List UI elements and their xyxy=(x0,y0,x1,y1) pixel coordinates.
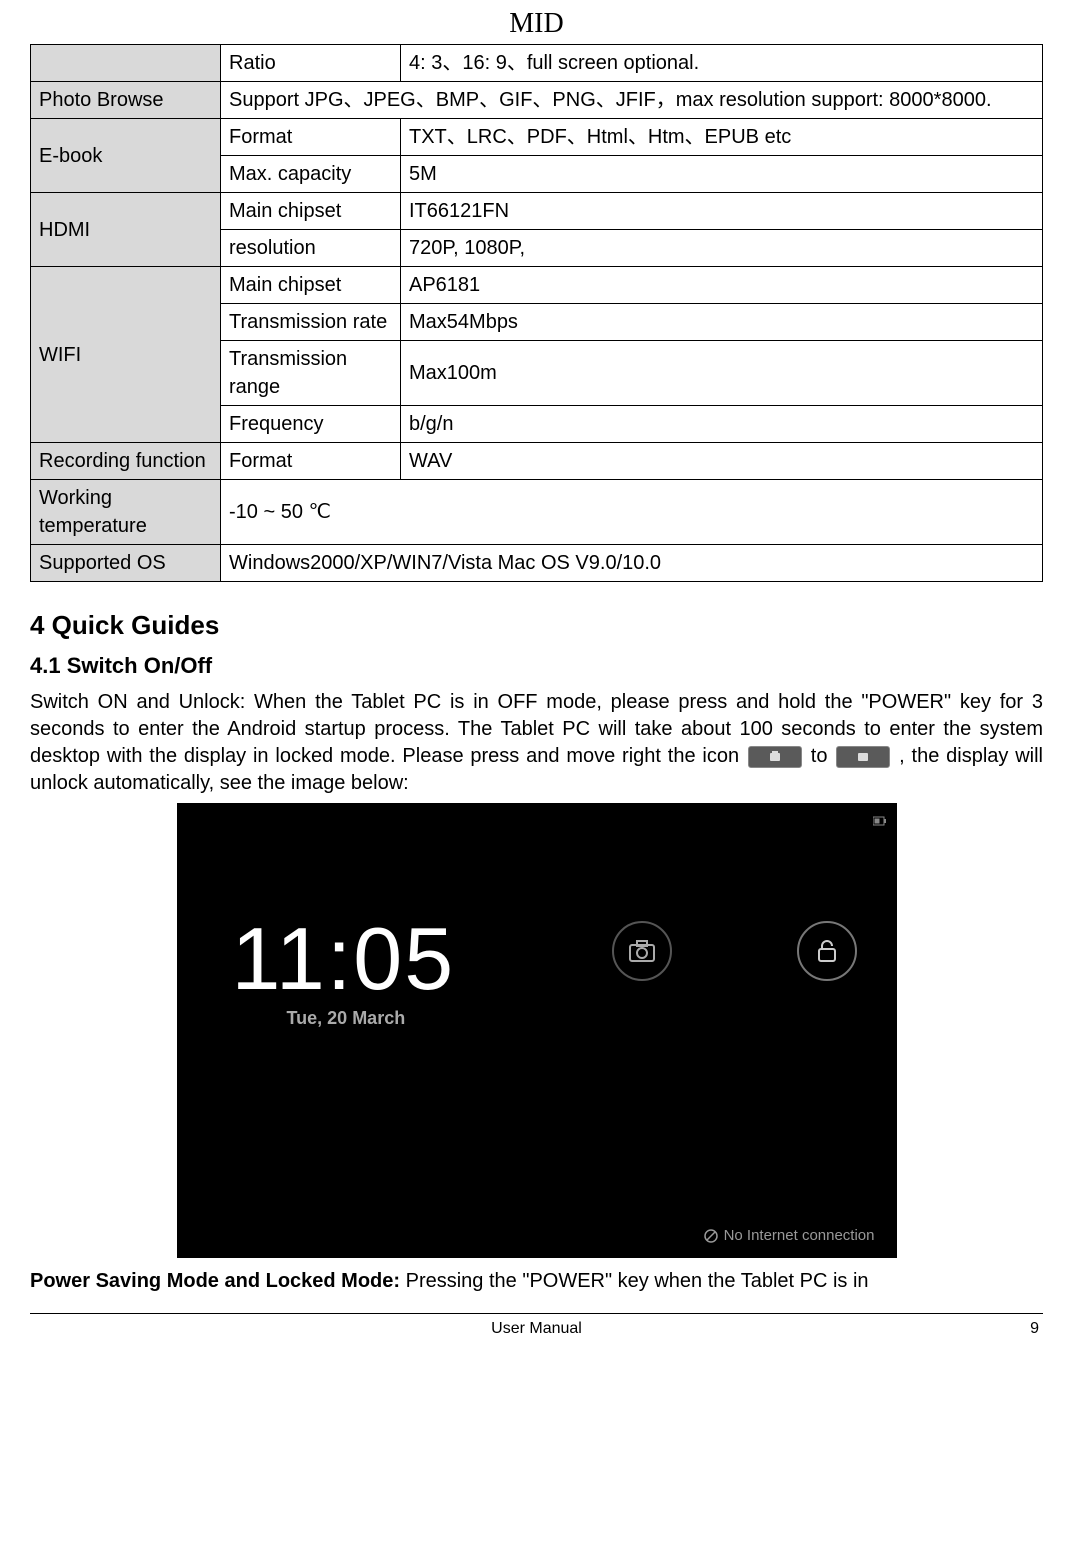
heading-4: 4 Quick Guides xyxy=(30,610,1043,641)
val-hdmi-chip: IT66121FN xyxy=(401,193,1043,230)
lockscreen-status-text: No Internet connection xyxy=(724,1227,875,1244)
para2-bold: Power Saving Mode and Locked Mode: xyxy=(30,1270,406,1292)
lockscreen-figure: 11:05 Tue, 20 March No Internet connecti… xyxy=(30,803,1043,1264)
page-number: 9 xyxy=(1030,1320,1039,1338)
lock-open-icon xyxy=(836,746,890,768)
camera-icon xyxy=(612,921,672,981)
table-row: WIFI Main chipset AP6181 xyxy=(31,267,1043,304)
cat-os: Supported OS xyxy=(31,545,221,582)
table-row: Ratio 4: 3、16: 9、full screen optional. xyxy=(31,45,1043,82)
lockscreen-time: 11:05 xyxy=(232,908,456,1010)
val-photo-browse: Support JPG、JPEG、BMP、GIF、PNG、JFIF，max re… xyxy=(221,82,1043,119)
cat-blank xyxy=(31,45,221,82)
paragraph-power-saving: Power Saving Mode and Locked Mode: Press… xyxy=(30,1268,1043,1295)
val-ebook-format: TXT、LRC、PDF、Html、Htm、EPUB etc xyxy=(401,119,1043,156)
val-ratio: 4: 3、16: 9、full screen optional. xyxy=(401,45,1043,82)
table-row: Supported OS Windows2000/XP/WIN7/Vista M… xyxy=(31,545,1043,582)
sub-wifi-rate: Transmission rate xyxy=(221,304,401,341)
val-hdmi-res: 720P, 1080P, xyxy=(401,230,1043,267)
cat-wifi: WIFI xyxy=(31,267,221,443)
para1-part-b: to xyxy=(811,745,828,767)
sub-ratio: Ratio xyxy=(221,45,401,82)
sub-ebook-format: Format xyxy=(221,119,401,156)
table-row: Working temperature -10 ~ 50 ℃ xyxy=(31,480,1043,545)
heading-4-1: 4.1 Switch On/Off xyxy=(30,653,1043,679)
cat-ebook: E-book xyxy=(31,119,221,193)
val-wifi-range: Max100m xyxy=(401,341,1043,406)
val-wifi-rate: Max54Mbps xyxy=(401,304,1043,341)
lockscreen-image: 11:05 Tue, 20 March No Internet connecti… xyxy=(177,803,897,1258)
footer-title: User Manual xyxy=(491,1320,582,1338)
val-wifi-chip: AP6181 xyxy=(401,267,1043,304)
sub-wifi-freq: Frequency xyxy=(221,406,401,443)
cat-photo-browse: Photo Browse xyxy=(31,82,221,119)
battery-icon xyxy=(873,809,887,832)
sub-wifi-chip: Main chipset xyxy=(221,267,401,304)
sub-hdmi-chip: Main chipset xyxy=(221,193,401,230)
sub-wifi-range: Transmission range xyxy=(221,341,401,406)
sub-recording-format: Format xyxy=(221,443,401,480)
unlock-icon xyxy=(797,921,857,981)
para1-part-a: Switch ON and Unlock: When the Tablet PC… xyxy=(30,691,1043,767)
val-os: Windows2000/XP/WIN7/Vista Mac OS V9.0/10… xyxy=(221,545,1043,582)
val-ebook-max: 5M xyxy=(401,156,1043,193)
cat-hdmi: HDMI xyxy=(31,193,221,267)
val-wifi-freq: b/g/n xyxy=(401,406,1043,443)
page-footer: User Manual 9 xyxy=(30,1314,1043,1358)
paragraph-switch-on: Switch ON and Unlock: When the Tablet PC… xyxy=(30,689,1043,797)
cat-recording: Recording function xyxy=(31,443,221,480)
val-temp: -10 ~ 50 ℃ xyxy=(221,480,1043,545)
val-recording-format: WAV xyxy=(401,443,1043,480)
lockscreen-status: No Internet connection xyxy=(704,1227,875,1244)
cat-temp: Working temperature xyxy=(31,480,221,545)
sub-hdmi-res: resolution xyxy=(221,230,401,267)
table-row: Photo Browse Support JPG、JPEG、BMP、GIF、PN… xyxy=(31,82,1043,119)
table-row: HDMI Main chipset IT66121FN xyxy=(31,193,1043,230)
para2-rest: Pressing the "POWER" key when the Tablet… xyxy=(406,1270,869,1292)
lock-closed-icon xyxy=(748,746,802,768)
spec-table: Ratio 4: 3、16: 9、full screen optional. P… xyxy=(30,44,1043,582)
no-signal-icon xyxy=(704,1229,718,1243)
table-row: E-book Format TXT、LRC、PDF、Html、Htm、EPUB … xyxy=(31,119,1043,156)
table-row: Recording function Format WAV xyxy=(31,443,1043,480)
lockscreen-date: Tue, 20 March xyxy=(287,1008,406,1029)
page-header-title: MID xyxy=(30,0,1043,44)
sub-ebook-max: Max. capacity xyxy=(221,156,401,193)
